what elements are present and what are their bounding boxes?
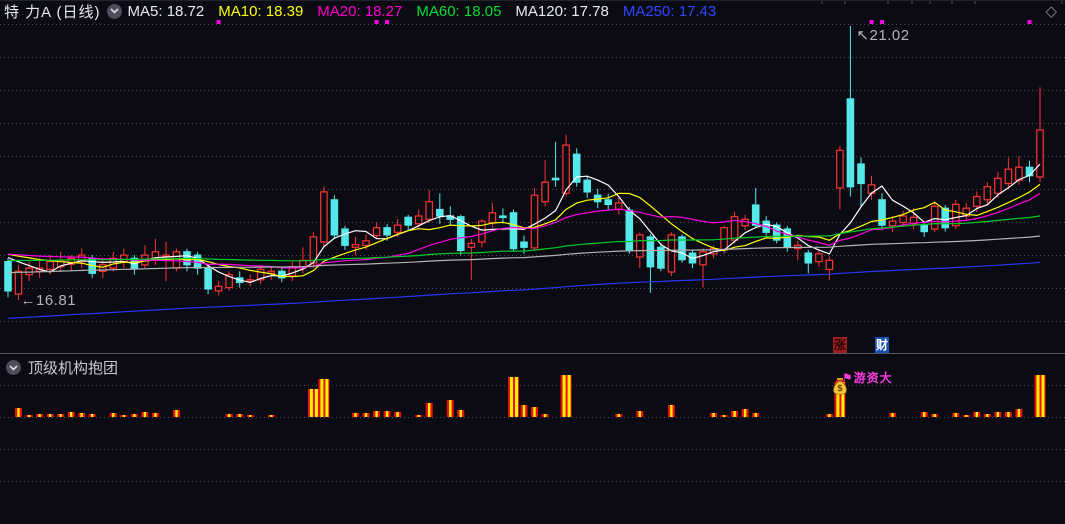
- hot-money-marker: ⚑游资大: [841, 371, 893, 385]
- ma-legend-item: MA120: 17.78: [515, 2, 609, 20]
- low-price-label: ←16.81: [20, 291, 77, 309]
- subpanel-title: 顶级机构抱团: [28, 360, 119, 377]
- high-price-label: ↖21.02: [856, 27, 910, 44]
- chart-canvas[interactable]: [0, 0, 1065, 524]
- money-bag-icon: $: [832, 376, 848, 401]
- ma-legend-item: MA20: 18.27: [317, 2, 403, 20]
- ma-legend-item: MA10: 18.39: [218, 2, 304, 20]
- ma-legend: MA5: 18.72 MA10: 18.39 MA20: 18.27 MA60: 18…: [128, 3, 717, 20]
- ma-legend-item: MA250: 17.43: [622, 2, 717, 20]
- svg-text:$: $: [837, 384, 843, 394]
- chevron-down-icon[interactable]: [106, 3, 122, 19]
- ma-legend-item: MA60: 18.05: [416, 2, 502, 20]
- symbol-title: 特 力A (日线): [4, 3, 101, 21]
- ma-line-10: [7, 183, 1041, 278]
- ma-legend-item: MA5: 18.72: [127, 2, 205, 20]
- ma-line-250: [7, 261, 1041, 319]
- diamond-icon[interactable]: ◇: [1045, 2, 1057, 20]
- chevron-down-icon[interactable]: [6, 360, 21, 375]
- day-badge: 涨: [832, 337, 847, 353]
- chart-header: 特 力A (日线) MA5: 18.72 MA10: 18.39 MA20: 18.…: [0, 0, 1065, 22]
- day-badge: 财: [875, 337, 890, 353]
- stock-chart-window: 特 力A (日线) MA5: 18.72 MA10: 18.39 MA20: 18.…: [0, 0, 1065, 524]
- subpanel-header: 顶级机构抱团: [6, 357, 118, 378]
